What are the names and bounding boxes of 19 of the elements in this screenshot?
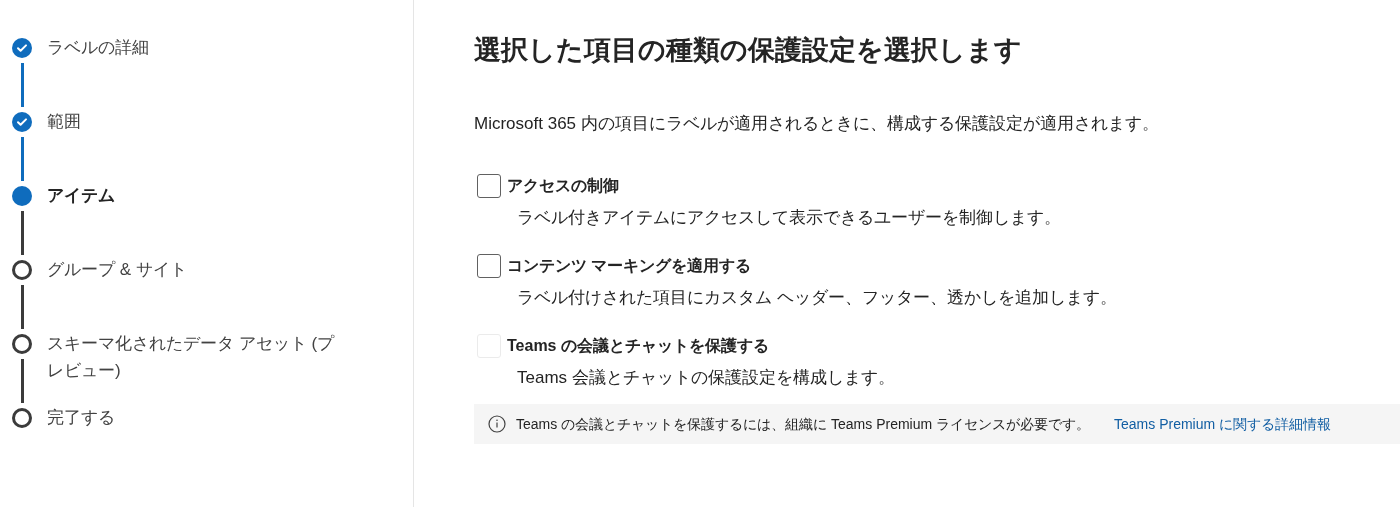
option-description: ラベル付けされた項目にカスタム ヘッダー、フッター、透かしを追加します。	[517, 287, 1118, 309]
option-description: Teams 会議とチャットの保護設定を構成します。	[517, 367, 896, 389]
info-icon	[488, 415, 506, 433]
step-label[interactable]: ラベルの詳細	[47, 34, 347, 61]
option-label: Teams の会議とチャットを保護する	[507, 336, 769, 356]
step-label[interactable]: グループ & サイト	[47, 256, 347, 283]
step-label[interactable]: スキーマ化されたデータ アセット (プレビュー)	[47, 330, 347, 384]
option-label: アクセスの制御	[507, 176, 619, 196]
step-label[interactable]: 完了する	[47, 404, 347, 431]
option-description: ラベル付きアイテムにアクセスして表示できるユーザーを制御します。	[517, 207, 1062, 229]
info-text: Teams の会議とチャットを保護するには、組織に Teams Premium ライセンスが必要です。	[516, 414, 1091, 434]
step-label[interactable]: 範囲	[47, 108, 347, 135]
checkbox[interactable]	[477, 254, 501, 278]
page-heading: 選択した項目の種類の保護設定を選択します	[474, 34, 1023, 67]
option-label: コンテンツ マーキングを適用する	[507, 256, 752, 276]
checkbox[interactable]	[477, 174, 501, 198]
description-text: Microsoft 365 内の項目にラベルが適用されるときに、構成する保護設定が適用されます。	[474, 113, 1160, 135]
learn-more-link[interactable]: Teams Premium に関する詳細情報	[1114, 413, 1332, 435]
step-label[interactable]: アイテム	[47, 182, 347, 209]
